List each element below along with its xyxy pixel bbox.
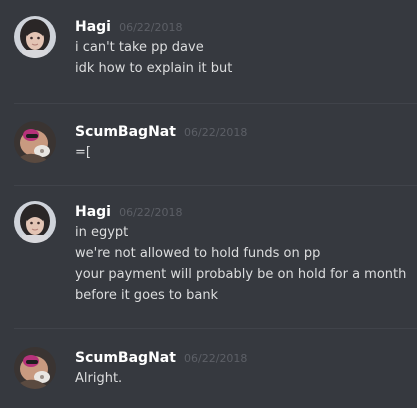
message-content: in egypt we're not allowed to hold funds…	[75, 222, 411, 306]
timestamp: 06/22/2018	[119, 21, 183, 34]
message-header: Hagi 06/22/2018	[75, 16, 182, 36]
message-line: idk how to explain it but	[75, 61, 233, 76]
message-header: Hagi 06/22/2018	[75, 201, 182, 221]
message-header: ScumBagNat 06/22/2018	[75, 347, 247, 367]
timestamp: 06/22/2018	[184, 352, 248, 365]
timestamp: 06/22/2018	[184, 126, 248, 139]
scumbagnat-avatar[interactable]	[14, 121, 56, 163]
message-content: =[	[75, 142, 411, 163]
message-divider	[14, 328, 417, 329]
message-line: your payment will probably be on hold fo…	[75, 267, 407, 282]
chat-message-list: Hagi 06/22/2018 i can't take pp dave idk…	[0, 0, 417, 408]
message-line: i can't take pp dave	[75, 40, 204, 55]
username[interactable]: Hagi	[75, 19, 111, 35]
hagi-avatar[interactable]	[14, 201, 56, 243]
username[interactable]: Hagi	[75, 204, 111, 220]
message-header: ScumBagNat 06/22/2018	[75, 121, 247, 141]
message-content: Alright.	[75, 368, 411, 389]
hagi-avatar[interactable]	[14, 16, 56, 58]
message-content: i can't take pp dave idk how to explain …	[75, 37, 411, 79]
message-line: in egypt	[75, 225, 129, 240]
username[interactable]: ScumBagNat	[75, 124, 176, 140]
username[interactable]: ScumBagNat	[75, 350, 176, 366]
message-line: we're not allowed to hold funds on pp	[75, 246, 321, 261]
message-divider	[14, 103, 417, 104]
message-line: =[	[75, 145, 91, 160]
scumbagnat-avatar[interactable]	[14, 347, 56, 389]
message-divider	[14, 185, 417, 186]
timestamp: 06/22/2018	[119, 206, 183, 219]
message-line: Alright.	[75, 371, 123, 386]
message-line: before it goes to bank	[75, 288, 219, 303]
